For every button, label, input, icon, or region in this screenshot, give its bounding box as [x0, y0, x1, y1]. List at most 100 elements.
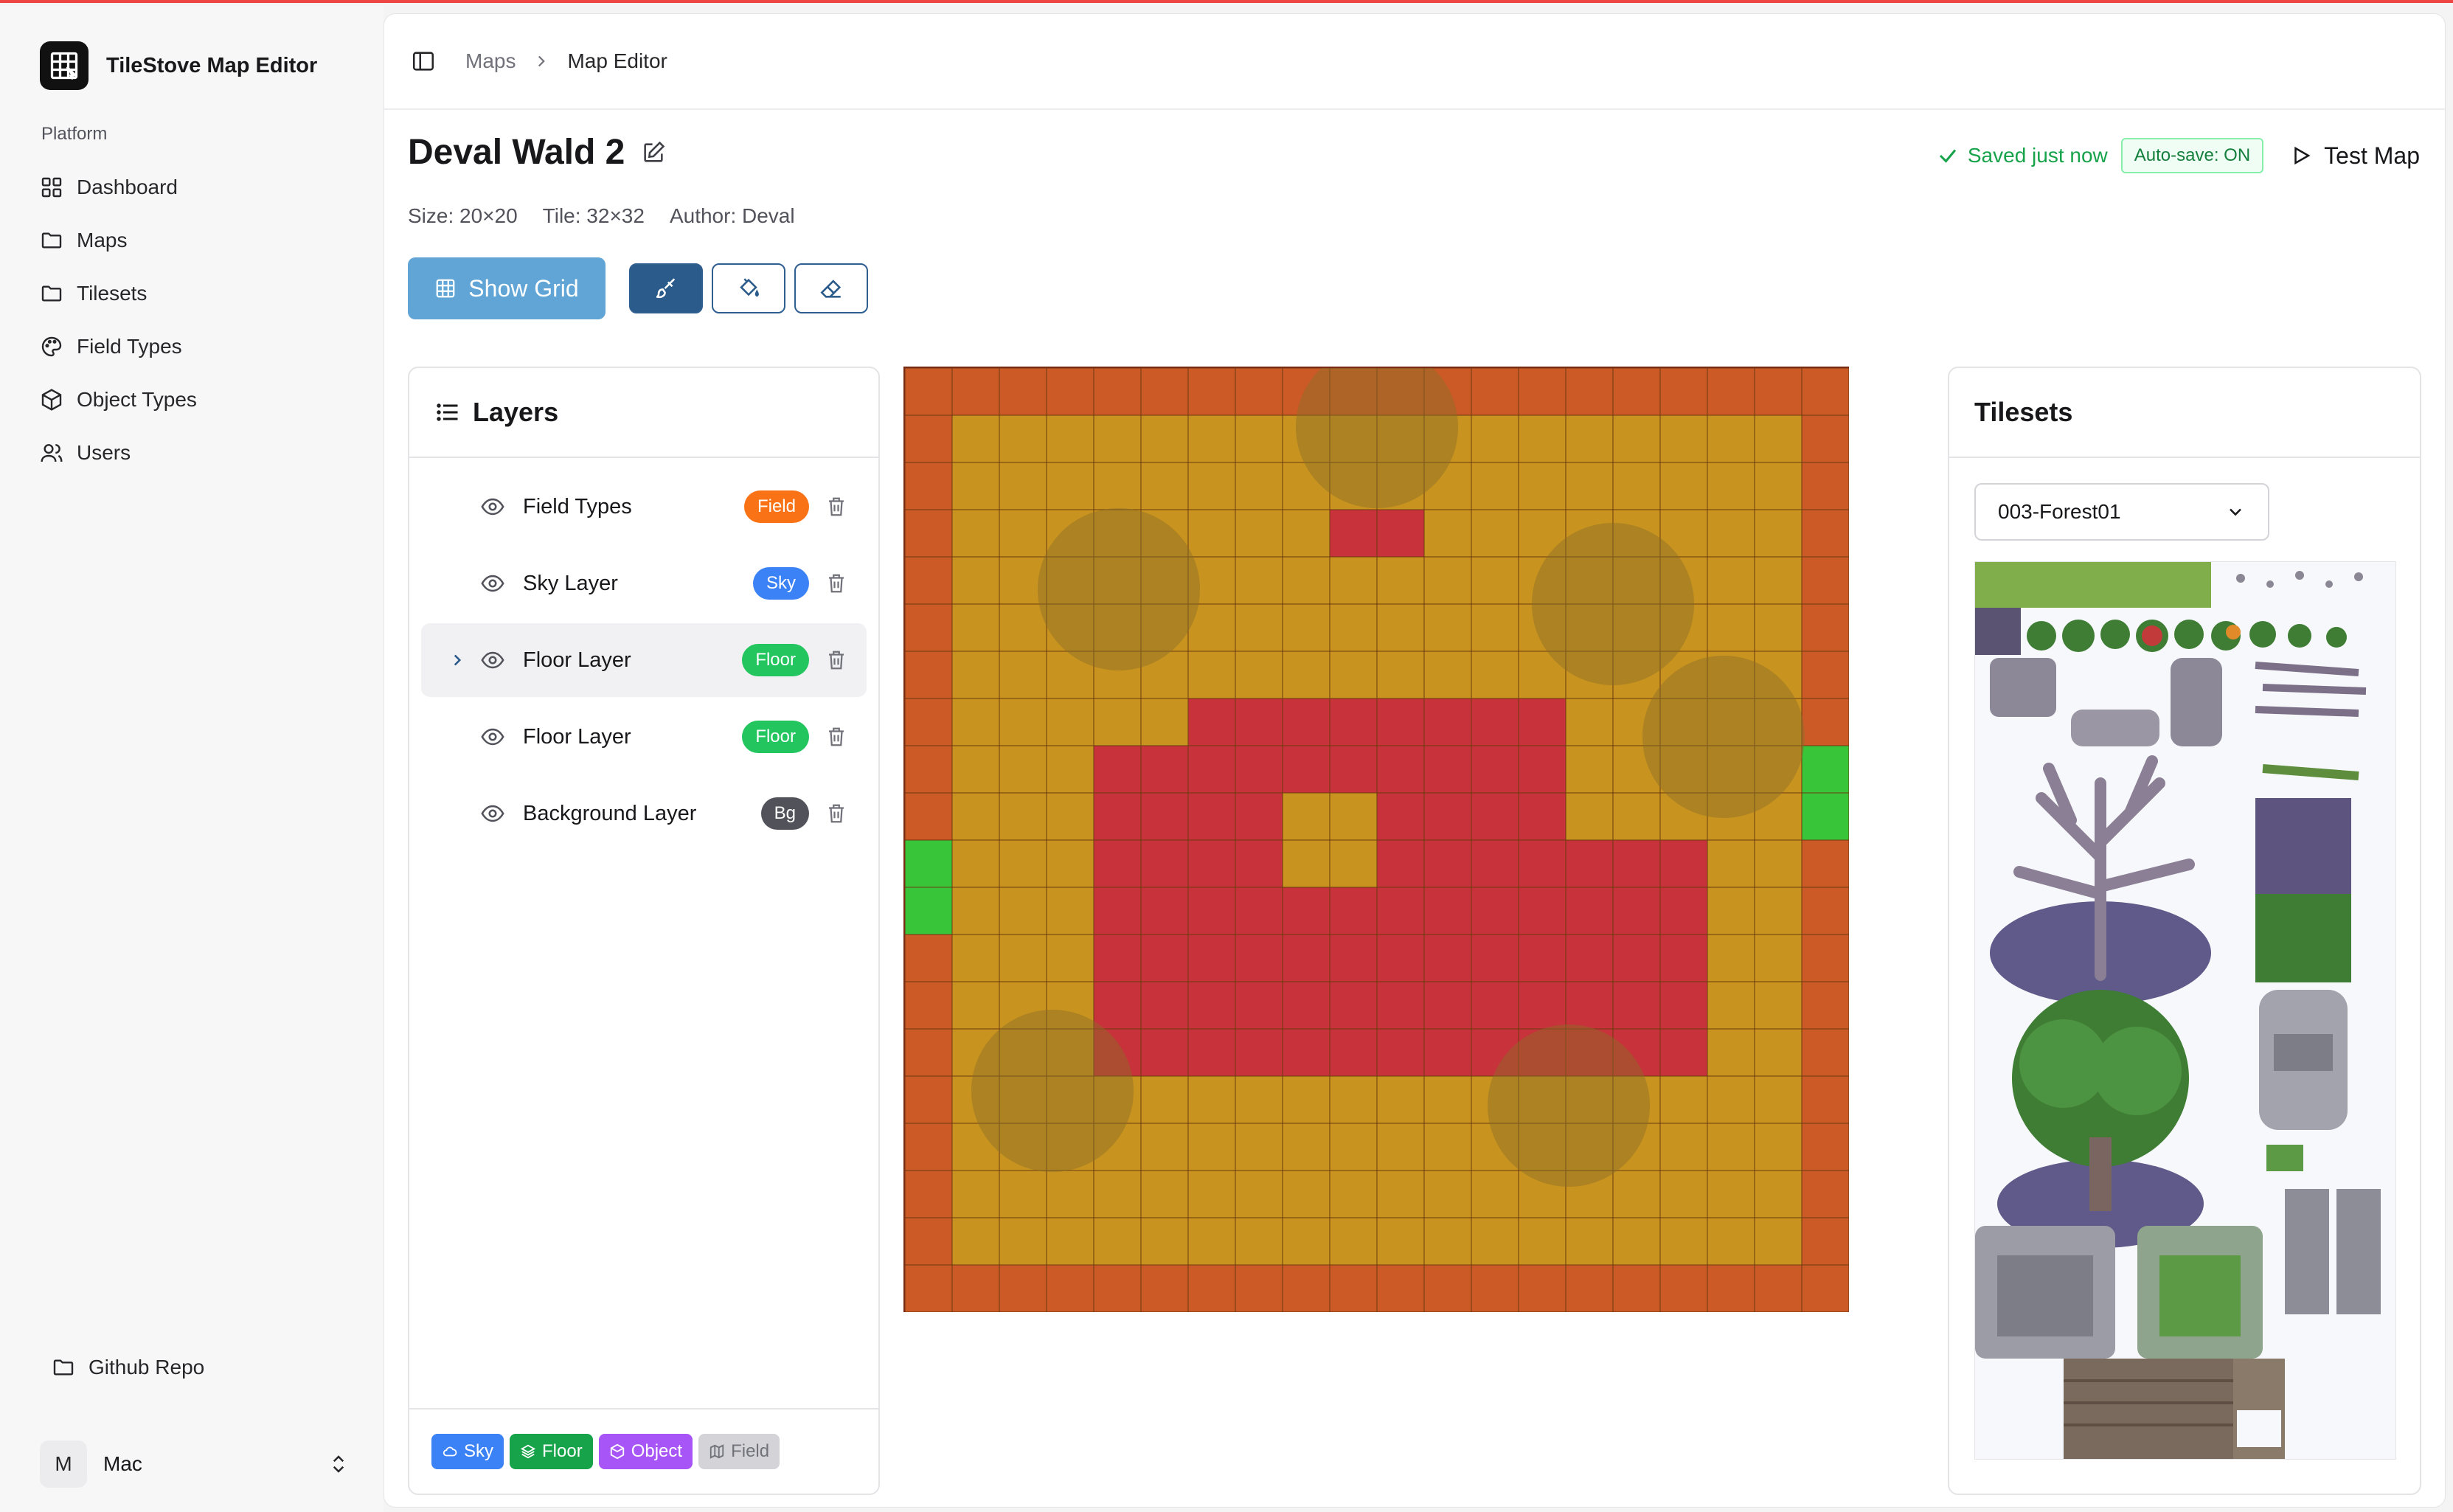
map-tile[interactable] — [905, 603, 953, 652]
map-tile[interactable] — [999, 368, 1047, 416]
map-tile[interactable] — [1187, 509, 1236, 558]
map-tile[interactable] — [999, 462, 1047, 510]
map-tile[interactable] — [1329, 745, 1378, 794]
map-tile[interactable] — [1235, 934, 1283, 982]
map-tile[interactable] — [1140, 1028, 1189, 1077]
map-tile[interactable] — [999, 651, 1047, 699]
map-tile[interactable] — [1140, 1075, 1189, 1124]
map-tile[interactable] — [1707, 981, 1755, 1030]
map-tile[interactable] — [1140, 839, 1189, 888]
map-tile[interactable] — [999, 1217, 1047, 1266]
map-tile[interactable] — [1754, 1075, 1803, 1124]
map-tile[interactable] — [1659, 839, 1708, 888]
map-tile[interactable] — [1471, 698, 1519, 746]
map-tile[interactable] — [1282, 981, 1330, 1030]
map-tile[interactable] — [1235, 981, 1283, 1030]
map-tile[interactable] — [1282, 792, 1330, 841]
sidebar-item-users[interactable]: Users — [40, 426, 364, 479]
map-tile[interactable] — [1282, 839, 1330, 888]
layer-row[interactable]: Field Types Field — [421, 470, 867, 544]
map-tile[interactable] — [999, 415, 1047, 463]
map-tile[interactable] — [1235, 1028, 1283, 1077]
map-tile[interactable] — [905, 462, 953, 510]
map-tile[interactable] — [1282, 887, 1330, 935]
map-tile[interactable] — [1707, 887, 1755, 935]
map-tile[interactable] — [1707, 1075, 1755, 1124]
map-tile[interactable] — [1471, 509, 1519, 558]
map-tile[interactable] — [1282, 1028, 1330, 1077]
map-tile[interactable] — [1612, 934, 1661, 982]
map-tile[interactable] — [1423, 651, 1472, 699]
map-tile[interactable] — [1329, 698, 1378, 746]
map-tile[interactable] — [1612, 981, 1661, 1030]
map-tile[interactable] — [1801, 839, 1849, 888]
map-tile[interactable] — [1187, 462, 1236, 510]
trash-icon[interactable] — [825, 802, 847, 825]
map-tile[interactable] — [999, 792, 1047, 841]
map-tile[interactable] — [1565, 887, 1614, 935]
map-tile[interactable] — [1329, 1170, 1378, 1218]
map-tile[interactable] — [905, 745, 953, 794]
map-tile[interactable] — [905, 1217, 953, 1266]
map-tile[interactable] — [1471, 368, 1519, 416]
map-tile[interactable] — [951, 1170, 1000, 1218]
map-tile[interactable] — [1376, 887, 1425, 935]
map-tile[interactable] — [1707, 509, 1755, 558]
map-tile[interactable] — [1471, 1170, 1519, 1218]
map-tile[interactable] — [1707, 1170, 1755, 1218]
map-tile[interactable] — [1423, 745, 1472, 794]
map-tile[interactable] — [1754, 1264, 1803, 1312]
map-tile[interactable] — [1140, 1170, 1189, 1218]
map-tile[interactable] — [1801, 509, 1849, 558]
map-tile[interactable] — [1046, 698, 1094, 746]
map-tile[interactable] — [1707, 415, 1755, 463]
map-tile[interactable] — [1329, 556, 1378, 605]
map-tile[interactable] — [1518, 1217, 1566, 1266]
map-tile[interactable] — [1376, 1075, 1425, 1124]
map-tile[interactable] — [1801, 462, 1849, 510]
layer-row[interactable]: Sky Layer Sky — [421, 547, 867, 620]
map-tile[interactable] — [1093, 415, 1142, 463]
edit-icon[interactable] — [641, 140, 666, 165]
map-tile[interactable] — [1046, 792, 1094, 841]
map-tile[interactable] — [905, 556, 953, 605]
map-tile[interactable] — [1423, 1123, 1472, 1171]
map-tile[interactable] — [1282, 1217, 1330, 1266]
map-tile[interactable] — [1612, 415, 1661, 463]
map-tile[interactable] — [1140, 462, 1189, 510]
map-tile[interactable] — [999, 603, 1047, 652]
map-tile[interactable] — [1046, 934, 1094, 982]
map-tile[interactable] — [1659, 462, 1708, 510]
map-tile[interactable] — [1187, 1075, 1236, 1124]
map-tile[interactable] — [1423, 1264, 1472, 1312]
map-tile[interactable] — [951, 415, 1000, 463]
map-tile[interactable] — [1046, 887, 1094, 935]
map-tile[interactable] — [1612, 887, 1661, 935]
map-tile[interactable] — [1282, 934, 1330, 982]
tileset-palette[interactable] — [1974, 561, 2396, 1460]
tileset-image[interactable] — [1975, 562, 2396, 1460]
show-grid-button[interactable]: Show Grid — [408, 257, 606, 319]
map-tile[interactable] — [999, 509, 1047, 558]
map-tile[interactable] — [1187, 1028, 1236, 1077]
map-tile[interactable] — [1801, 1075, 1849, 1124]
github-repo-link[interactable]: Github Repo — [52, 1356, 204, 1379]
map-tile[interactable] — [1235, 887, 1283, 935]
map-tile[interactable] — [1235, 839, 1283, 888]
map-tile[interactable] — [1423, 934, 1472, 982]
map-tile[interactable] — [1801, 415, 1849, 463]
map-tile[interactable] — [1471, 745, 1519, 794]
chevron-right-icon[interactable] — [448, 651, 467, 670]
map-tile[interactable] — [1046, 745, 1094, 794]
map-tile[interactable] — [1801, 651, 1849, 699]
map-tile[interactable] — [1471, 934, 1519, 982]
map-tile[interactable] — [1376, 556, 1425, 605]
map-tile[interactable] — [951, 462, 1000, 510]
map-tile[interactable] — [905, 698, 953, 746]
map-tile[interactable] — [1471, 603, 1519, 652]
map-tile[interactable] — [905, 651, 953, 699]
map-tile[interactable] — [1707, 839, 1755, 888]
map-tile[interactable] — [1612, 792, 1661, 841]
map-tile[interactable] — [1754, 1123, 1803, 1171]
map-tile[interactable] — [905, 415, 953, 463]
